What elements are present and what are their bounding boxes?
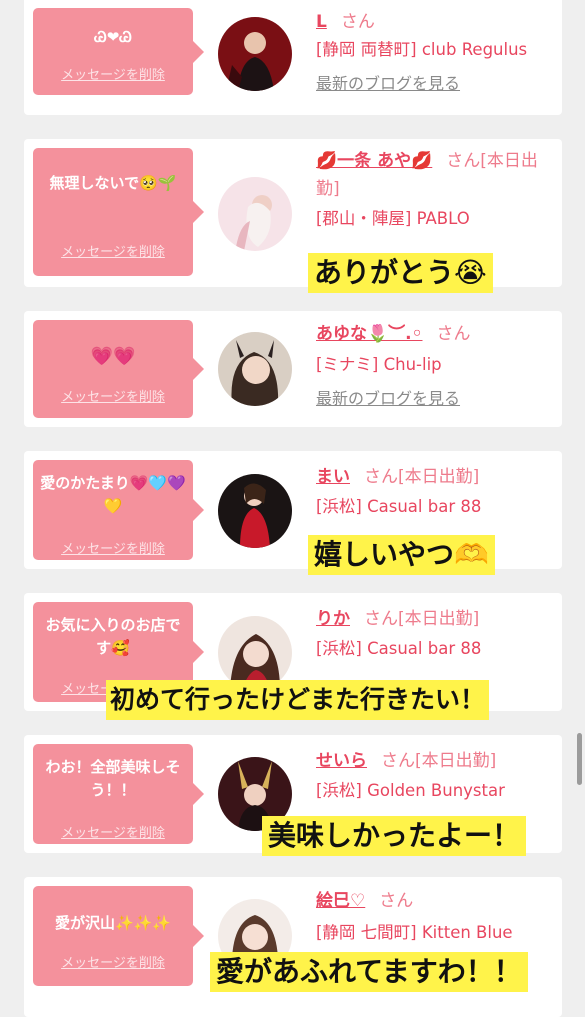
message-bubble: 愛のかたまり💗🩵💜💛 メッセージを削除 [33, 460, 204, 560]
message-text: 愛が沢山✨✨✨ [54, 914, 172, 932]
girl-name-link[interactable]: せいら [316, 751, 367, 771]
girl-name-link[interactable]: りか [316, 609, 350, 629]
message-text: 無理しないで🥺🌱 [49, 174, 177, 192]
scrollbar[interactable] [577, 733, 582, 785]
girl-info: まい さん[本日出勤] [浜松] Casual bar 88 [316, 463, 556, 521]
caption-overlay: ありがとう😭 [308, 253, 493, 293]
honorific: さん [381, 751, 415, 771]
honorific: さん [340, 12, 375, 32]
caption-overlay: 初めて行ったけどまた行きたい！ [106, 680, 490, 720]
caption-overlay: 嬉しいやつ🫶 [308, 535, 495, 575]
shop-label[interactable]: [浜松] Casual bar 88 [316, 493, 556, 521]
girl-info: あゆな🌷︶.◦ さん [ミナミ] Chu-lip 最新のブログを見る [316, 320, 556, 413]
delete-message-link[interactable]: メッセージを削除 [33, 241, 193, 260]
girl-info: せいら さん[本日出勤] [浜松] Golden Bunystar [316, 747, 556, 805]
shop-label[interactable]: [ミナミ] Chu-lip [316, 351, 556, 379]
honorific: さん [364, 467, 398, 487]
message-text: お気に入りのお店です🥰 [45, 616, 181, 657]
girl-name-link[interactable]: あゆな🌷︶.◦ [316, 324, 423, 344]
shop-label[interactable]: [静岡 両替町] club Regulus [316, 36, 556, 64]
shop-label[interactable]: [郡山・陣屋] PABLO [316, 205, 556, 233]
delete-message-link[interactable]: メッセージを削除 [33, 64, 193, 83]
girl-name-link[interactable]: 絵巳♡ [316, 891, 365, 911]
work-status: [本日出勤] [398, 609, 480, 629]
message-bubble: 💗💗 メッセージを削除 [33, 320, 204, 418]
shop-label[interactable]: [浜松] Golden Bunystar [316, 777, 556, 805]
girl-info: 絵巳♡ さん [静岡 七間町] Kitten Blue [316, 887, 556, 947]
honorific: さん [379, 891, 414, 911]
message-text: 愛のかたまり💗🩵💜💛 [40, 474, 186, 515]
shop-label[interactable]: [浜松] Casual bar 88 [316, 635, 556, 663]
girl-info: 💋一条 あや💋 さん[本日出勤] [郡山・陣屋] PABLO [316, 147, 556, 233]
message-bubble: 愛が沢山✨✨✨ メッセージを削除 [33, 886, 204, 986]
message-bubble: わお！全部美味しそう！！ メッセージを削除 [33, 744, 204, 844]
delete-message-link[interactable]: メッセージを削除 [33, 386, 193, 405]
girl-name-link[interactable]: まい [316, 467, 350, 487]
message-text: Ꮚ❤︎Ꮚ [94, 28, 132, 46]
caption-overlay: 愛があふれてますわ！！ [210, 952, 528, 992]
avatar[interactable] [218, 616, 292, 690]
message-bubble: Ꮚ❤︎Ꮚ メッセージを削除 [33, 8, 204, 95]
girl-info: L さん [静岡 両替町] club Regulus 最新のブログを見る [316, 8, 556, 98]
honorific: さん [446, 151, 481, 171]
work-status: [本日出勤] [415, 751, 497, 771]
work-status: [本日出勤] [398, 467, 480, 487]
delete-message-link[interactable]: メッセージを削除 [33, 538, 193, 557]
honorific: さん [364, 609, 398, 629]
caption-overlay: 美味しかったよー！ [262, 816, 527, 856]
delete-message-link[interactable]: メッセージを削除 [33, 822, 193, 841]
girl-name-link[interactable]: L [316, 12, 327, 32]
latest-blog-link[interactable]: 最新のブログを見る [316, 385, 460, 413]
favorite-card: 💗💗 メッセージを削除 あゆな🌷︶.◦ さん [ミナミ] Chu-lip 最新のブ… [24, 311, 562, 427]
avatar[interactable] [218, 332, 292, 406]
message-bubble: 無理しないで🥺🌱 メッセージを削除 [33, 148, 204, 276]
message-text: 💗💗 [90, 346, 136, 367]
message-text: わお！全部美味しそう！！ [45, 758, 181, 799]
avatar[interactable] [218, 177, 292, 251]
avatar[interactable] [218, 17, 292, 91]
latest-blog-link[interactable]: 最新のブログを見る [316, 70, 460, 98]
favorite-card: 愛が沢山✨✨✨ メッセージを削除 絵巳♡ さん [静岡 七間町] Kitten B… [24, 877, 562, 1017]
girl-name-link[interactable]: 💋一条 あや💋 [316, 151, 432, 171]
favorite-card: Ꮚ❤︎Ꮚ メッセージを削除 L さん [静岡 両替町] club Regulus … [24, 0, 562, 115]
shop-label[interactable]: [静岡 七間町] Kitten Blue [316, 919, 556, 947]
honorific: さん [436, 324, 471, 344]
avatar[interactable] [218, 474, 292, 548]
girl-info: りか さん[本日出勤] [浜松] Casual bar 88 [316, 605, 556, 663]
delete-message-link[interactable]: メッセージを削除 [33, 952, 193, 971]
